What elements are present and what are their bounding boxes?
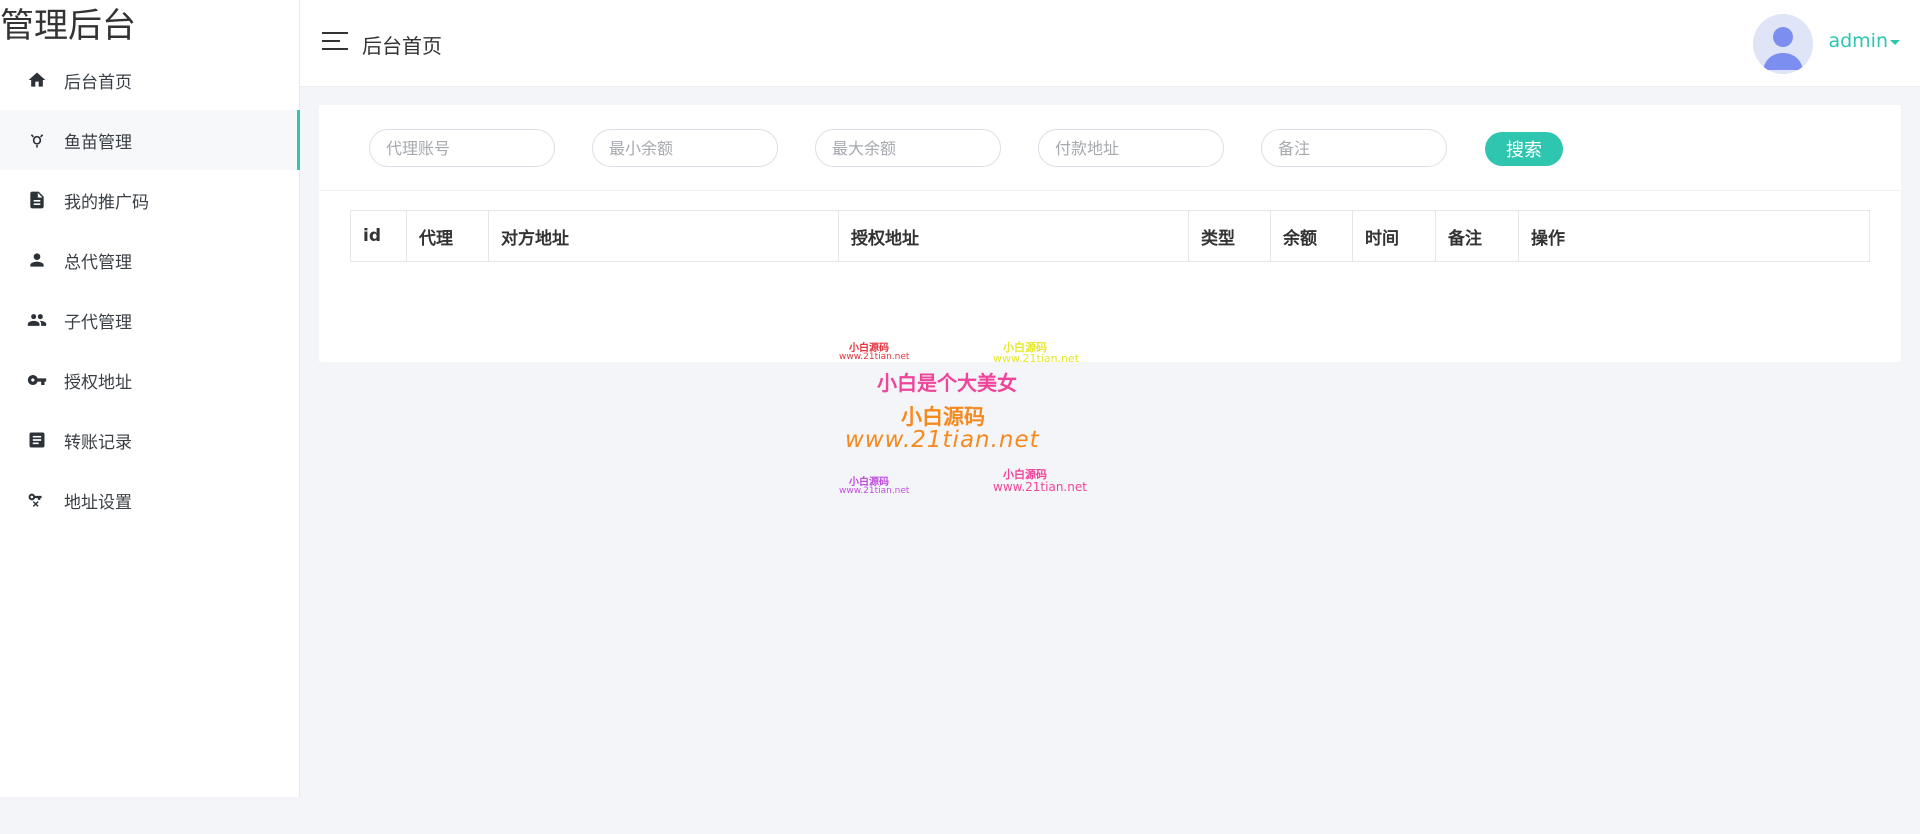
sidebar-item-label: 子代管理 (64, 312, 132, 333)
brand-title: 管理后台 (0, 6, 136, 46)
sidebar-menu: 后台首页 鱼苗管理 我的推广码 总代管理 子代管理 授权地址 转账记录 地址设置 (0, 50, 300, 530)
sidebar-item-home[interactable]: 后台首页 (0, 50, 300, 110)
sidebar-item-label: 我的推广码 (64, 192, 149, 213)
sidebar-item-label: 转账记录 (64, 432, 132, 453)
column-header[interactable]: 时间 (1353, 211, 1436, 261)
chevron-down-icon[interactable] (1890, 40, 1900, 45)
pay-address-input[interactable] (1038, 129, 1224, 167)
page-title: 后台首页 (362, 34, 442, 58)
fish-icon (26, 129, 48, 151)
home-icon (26, 69, 48, 91)
column-header[interactable]: 类型 (1189, 211, 1271, 261)
sidebar-item-label: 后台首页 (64, 72, 132, 93)
user-icon (26, 249, 48, 271)
sidebar-item-promo-code[interactable]: 我的推广码 (0, 170, 300, 230)
remark-input[interactable] (1261, 129, 1447, 167)
sidebar-item-auth-address[interactable]: 授权地址 (0, 350, 300, 410)
users-icon (26, 309, 48, 331)
max-balance-input[interactable] (815, 129, 1001, 167)
sidebar-item-label: 总代管理 (64, 252, 132, 273)
sidebar-item-fish[interactable]: 鱼苗管理 (0, 110, 300, 170)
column-header[interactable]: id (351, 211, 407, 261)
key-settings-icon (26, 489, 48, 511)
sidebar-item-address-settings[interactable]: 地址设置 (0, 470, 300, 530)
watermark-text: www.21tian.net (839, 352, 910, 362)
column-header[interactable]: 备注 (1436, 211, 1519, 261)
avatar-user-icon (1753, 14, 1813, 74)
sidebar-item-label: 鱼苗管理 (64, 132, 132, 153)
sidebar: 管理后台 后台首页 鱼苗管理 我的推广码 总代管理 子代管理 授权地址 转账记录… (0, 0, 300, 797)
sidebar-item-label: 地址设置 (64, 492, 132, 513)
avatar[interactable] (1753, 14, 1813, 74)
sidebar-item-transfer-records[interactable]: 转账记录 (0, 410, 300, 470)
record-icon (26, 429, 48, 451)
menu-toggle-icon[interactable] (322, 32, 348, 54)
column-header[interactable]: 对方地址 (489, 211, 839, 261)
filter-bar: 搜索 (319, 105, 1901, 191)
column-header[interactable]: 余额 (1271, 211, 1353, 261)
watermark-text: 小白是个大美女 (877, 371, 1017, 395)
min-balance-input[interactable] (592, 129, 778, 167)
data-table-header: id 代理 对方地址 授权地址 类型 余额 时间 备注 操作 (350, 210, 1870, 262)
search-button[interactable]: 搜索 (1485, 132, 1563, 166)
top-header: 后台首页 admin (300, 0, 1920, 87)
watermark-text: www.21tian.net (993, 352, 1080, 365)
document-icon (26, 189, 48, 211)
column-header[interactable]: 授权地址 (839, 211, 1189, 261)
sidebar-item-sub-agent[interactable]: 子代管理 (0, 290, 300, 350)
content-card: 搜索 id 代理 对方地址 授权地址 类型 余额 时间 备注 操作 (319, 105, 1901, 362)
watermark: 小白源码 www.21tian.net 小白源码 www.21tian.net … (835, 335, 1095, 505)
key-icon (26, 369, 48, 391)
column-header[interactable]: 代理 (407, 211, 489, 261)
watermark-text: www.21tian.net (839, 486, 910, 496)
watermark-text: www.21tian.net (845, 427, 1040, 453)
agent-account-input[interactable] (369, 129, 555, 167)
sidebar-item-label: 授权地址 (64, 372, 132, 393)
watermark-text: www.21tian.net (993, 480, 1087, 494)
sidebar-item-general-agent[interactable]: 总代管理 (0, 230, 300, 290)
user-menu[interactable]: admin (1828, 30, 1888, 52)
column-header[interactable]: 操作 (1519, 211, 1869, 261)
